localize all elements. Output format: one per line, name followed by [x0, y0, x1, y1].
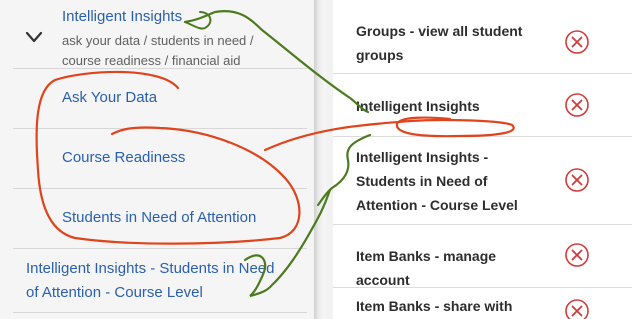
permission-group-description: ask your data / students in need / cours…	[62, 33, 254, 68]
sub-permission-ask-your-data[interactable]: Ask Your Data	[62, 89, 157, 106]
divider	[13, 248, 307, 249]
selected-permission-item-banks-share: Item Banks - share with	[356, 298, 513, 314]
divider	[13, 188, 307, 189]
remove-circle-icon[interactable]	[564, 242, 590, 268]
divider	[333, 136, 632, 137]
divider	[333, 224, 632, 225]
selected-permission-students-in-need-course-level: Intelligent Insights - Students in Need …	[356, 149, 518, 213]
permissions-screen: Intelligent Insights ask your data / stu…	[0, 0, 632, 319]
available-permissions-panel: Intelligent Insights ask your data / stu…	[0, 0, 318, 319]
remove-circle-icon[interactable]	[564, 167, 590, 193]
permission-item-students-in-need-course-level[interactable]: Intelligent Insights - Students in Need …	[26, 257, 286, 305]
selected-permission-intelligent-insights: Intelligent Insights	[356, 98, 480, 114]
panel-divider	[314, 0, 326, 319]
divider	[13, 128, 307, 129]
divider	[333, 73, 632, 74]
remove-circle-icon[interactable]	[564, 92, 590, 118]
chevron-down-icon[interactable]	[25, 30, 43, 44]
remove-circle-icon[interactable]	[564, 29, 590, 55]
divider	[13, 312, 307, 313]
selected-permission-groups: Groups - view all student groups	[356, 23, 523, 63]
permission-group-title[interactable]: Intelligent Insights	[62, 8, 182, 25]
remove-circle-icon[interactable]	[564, 298, 590, 319]
sub-permission-course-readiness[interactable]: Course Readiness	[62, 149, 185, 166]
selected-permission-item-banks-manage: Item Banks - manage account	[356, 248, 497, 288]
sub-permission-students-in-need[interactable]: Students in Need of Attention	[62, 209, 256, 226]
